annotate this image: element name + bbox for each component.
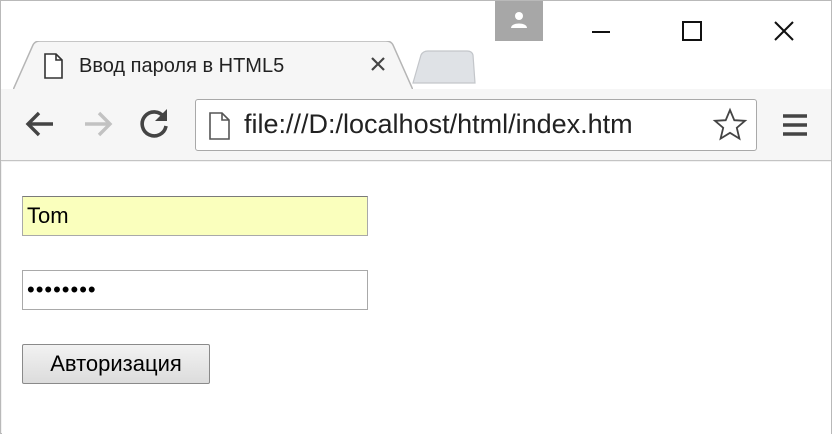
profile-button[interactable] xyxy=(495,1,543,41)
star-icon[interactable] xyxy=(712,107,748,143)
close-window-button[interactable] xyxy=(761,9,807,53)
page-icon xyxy=(209,112,230,140)
profile-icon xyxy=(511,12,527,28)
back-arrow-icon xyxy=(25,111,53,137)
maximize-icon xyxy=(682,21,702,41)
browser-window: Ввод пароля в HTML5 file:///D:/localhost… xyxy=(0,0,832,434)
minimize-icon xyxy=(592,31,610,33)
reload-button[interactable] xyxy=(133,103,175,145)
url-text[interactable]: file:///D:/localhost/html/index.htm xyxy=(244,109,704,140)
title-bar: Ввод пароля в HTML5 xyxy=(1,1,831,91)
forward-arrow-icon xyxy=(85,111,113,137)
hamburger-menu-icon[interactable] xyxy=(777,107,813,143)
tab-title: Ввод пароля в HTML5 xyxy=(79,55,285,77)
active-tab[interactable]: Ввод пароля в HTML5 xyxy=(13,41,413,91)
address-bar[interactable]: file:///D:/localhost/html/index.htm xyxy=(195,99,757,151)
back-button[interactable] xyxy=(19,103,61,145)
login-input[interactable] xyxy=(22,196,368,236)
maximize-button[interactable] xyxy=(669,9,715,53)
tab-close-button[interactable] xyxy=(365,51,391,77)
browser-toolbar: file:///D:/localhost/html/index.htm xyxy=(1,89,831,161)
reload-icon xyxy=(140,109,168,138)
forward-button[interactable] xyxy=(77,103,119,145)
page-content: Авторизация xyxy=(2,162,831,434)
new-tab-button[interactable] xyxy=(409,49,477,85)
minimize-button[interactable] xyxy=(578,9,624,53)
password-input[interactable] xyxy=(22,270,368,310)
close-icon xyxy=(774,21,794,41)
close-icon xyxy=(371,57,385,71)
login-button[interactable]: Авторизация xyxy=(22,344,210,384)
page-icon xyxy=(44,53,63,79)
